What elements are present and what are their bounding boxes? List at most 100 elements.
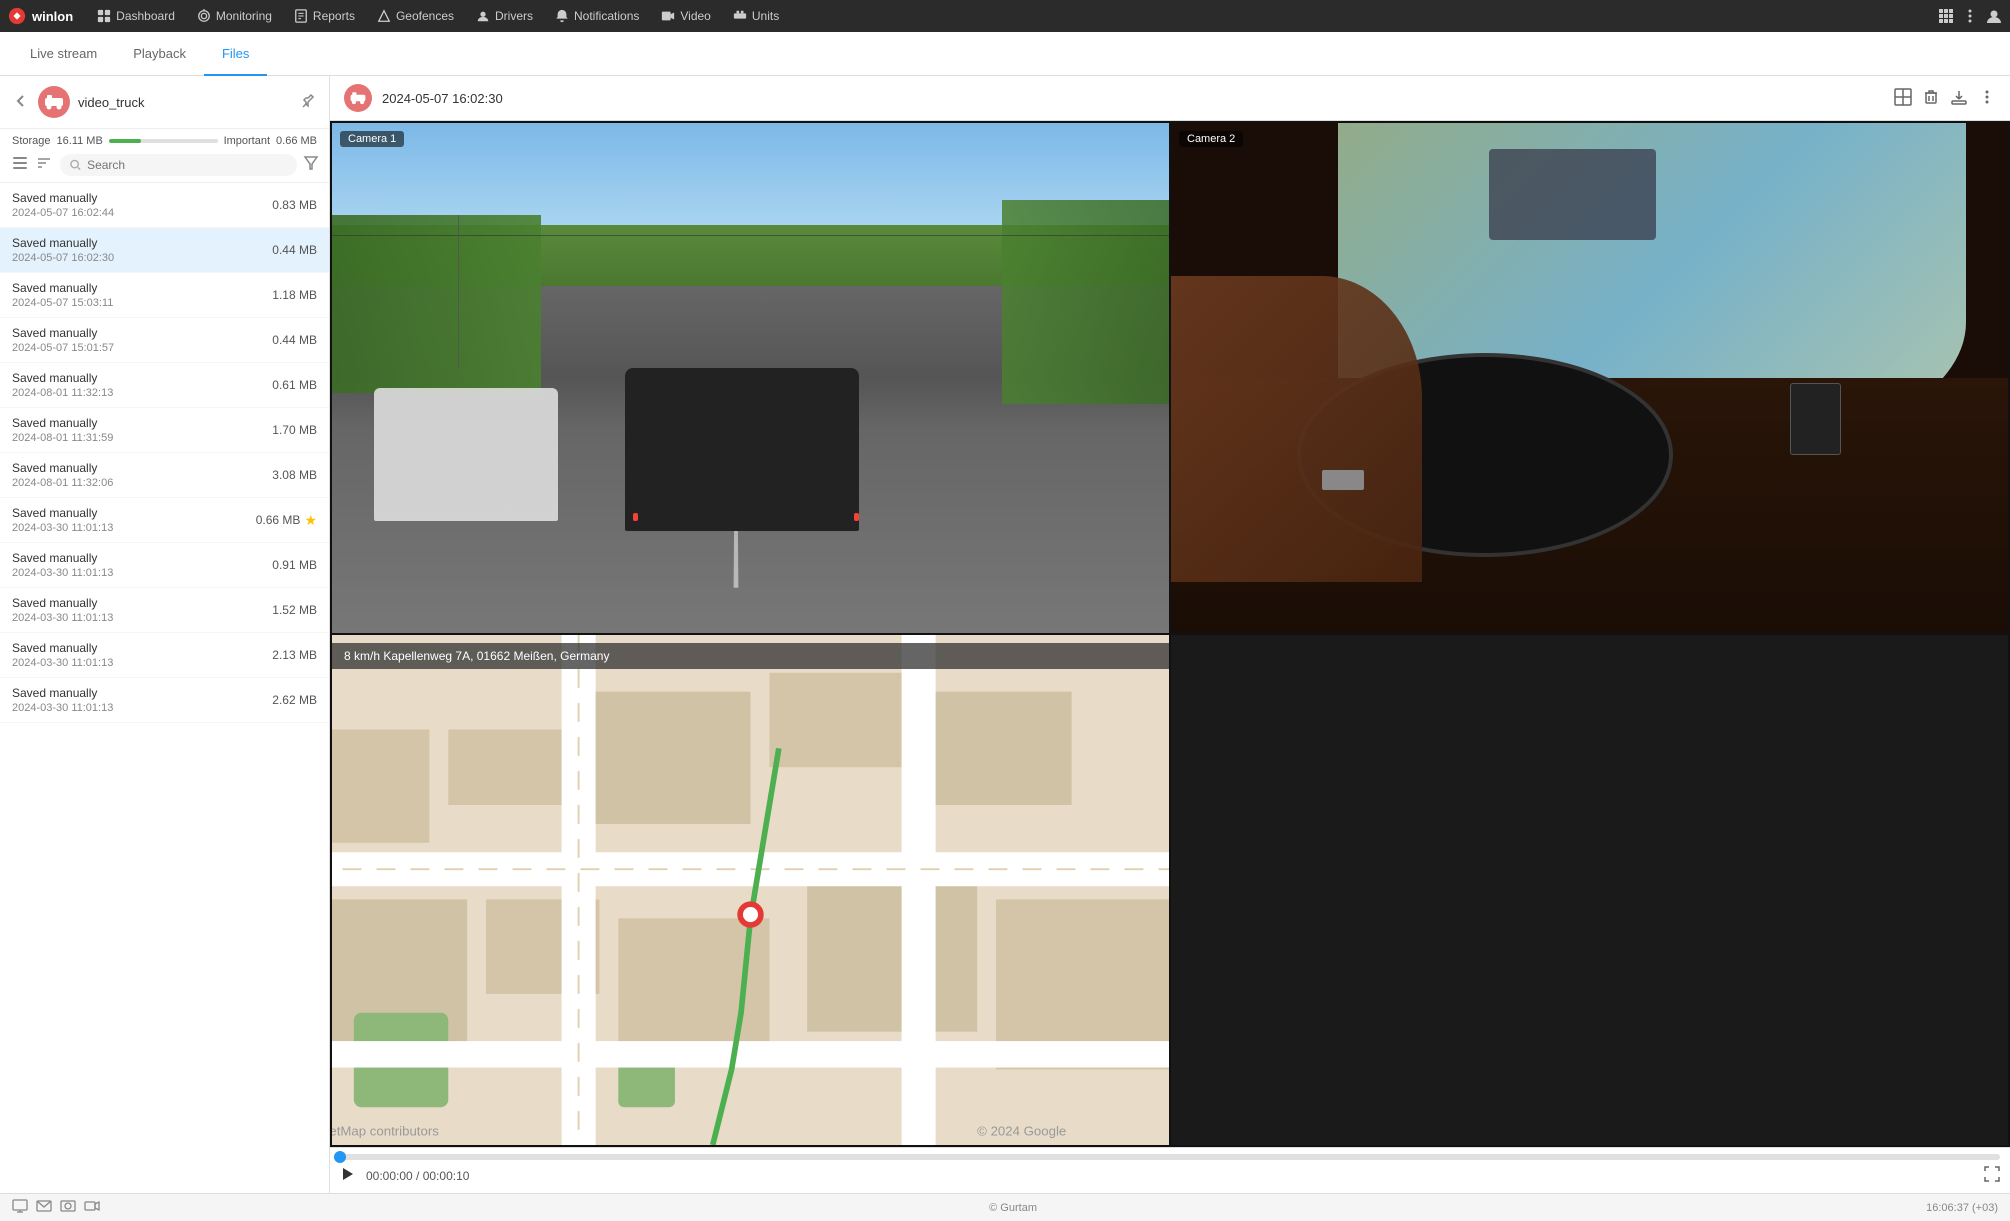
file-name: Saved manually — [12, 191, 264, 205]
star-icon[interactable]: ★ — [304, 512, 317, 529]
nav-geofences[interactable]: Geofences — [367, 5, 464, 27]
main-content: video_truck Storage 16.11 MB Important 0… — [0, 76, 2010, 1193]
search-input[interactable] — [87, 158, 287, 172]
controls-row: 00:00:00 / 00:00:10 — [340, 1166, 2000, 1185]
file-name: Saved manually — [12, 641, 264, 655]
progress-bar[interactable] — [340, 1154, 2000, 1160]
status-photo-icon[interactable] — [60, 1198, 76, 1217]
nav-geofences-label: Geofences — [396, 9, 454, 23]
camera1-label: Camera 1 — [340, 131, 404, 147]
delete-button[interactable] — [1922, 88, 1940, 109]
user-icon[interactable] — [1986, 8, 2002, 24]
file-item[interactable]: Saved manually 2024-05-07 16:02:44 0.83 … — [0, 183, 329, 228]
file-date: 2024-08-01 11:32:13 — [12, 387, 264, 399]
file-info: Saved manually 2024-03-30 11:01:13 — [12, 641, 264, 669]
fullscreen-button[interactable] — [1984, 1166, 2000, 1185]
copyright-text: © Gurtam — [108, 1202, 1918, 1214]
file-size: 0.66 MB — [256, 513, 301, 527]
file-date: 2024-05-07 16:02:30 — [12, 252, 264, 264]
back-button[interactable] — [12, 92, 30, 113]
file-size: 3.08 MB — [272, 468, 317, 482]
list-toolbar — [0, 147, 329, 183]
tab-files[interactable]: Files — [204, 32, 267, 76]
file-name: Saved manually — [12, 551, 264, 565]
file-size: 1.70 MB — [272, 423, 317, 437]
file-size: 1.52 MB — [272, 603, 317, 617]
file-item[interactable]: Saved manually 2024-03-30 11:01:13 2.13 … — [0, 633, 329, 678]
files-list: Saved manually 2024-05-07 16:02:44 0.83 … — [0, 183, 329, 1193]
nav-reports[interactable]: Reports — [284, 5, 365, 27]
nav-video[interactable]: Video — [651, 5, 720, 27]
file-date: 2024-08-01 11:31:59 — [12, 432, 264, 444]
file-item[interactable]: Saved manually 2024-08-01 11:32:13 0.61 … — [0, 363, 329, 408]
file-item[interactable]: Saved manually 2024-08-01 11:31:59 1.70 … — [0, 408, 329, 453]
nav-units[interactable]: Units — [723, 5, 789, 27]
file-date: 2024-05-07 15:01:57 — [12, 342, 264, 354]
file-size: 0.61 MB — [272, 378, 317, 392]
svg-text:© OpenStreetMap contributors: © OpenStreetMap contributors — [332, 1124, 439, 1139]
more-vertical-icon[interactable] — [1962, 8, 1978, 24]
file-size: 2.13 MB — [272, 648, 317, 662]
app-logo[interactable]: winlon — [8, 7, 73, 25]
download-button[interactable] — [1950, 88, 1968, 109]
play-button[interactable] — [340, 1166, 356, 1185]
file-size: 0.44 MB — [272, 333, 317, 347]
progress-dot — [334, 1151, 346, 1163]
filter-icon[interactable] — [303, 155, 319, 174]
tab-live-stream[interactable]: Live stream — [12, 32, 115, 76]
file-item[interactable]: Saved manually 2024-05-07 15:03:11 1.18 … — [0, 273, 329, 318]
list-view-icon[interactable] — [10, 153, 30, 176]
status-mail-icon[interactable] — [36, 1198, 52, 1217]
unit-name: video_truck — [78, 95, 293, 110]
file-size: 0.91 MB — [272, 558, 317, 572]
storage-progress-fill — [109, 139, 142, 143]
split-view-button[interactable] — [1894, 88, 1912, 109]
search-icon — [70, 159, 81, 171]
file-item[interactable]: Saved manually 2024-05-07 16:02:30 0.44 … — [0, 228, 329, 273]
status-video-icon[interactable] — [84, 1198, 100, 1217]
nav-drivers-label: Drivers — [495, 9, 533, 23]
file-size: 1.18 MB — [272, 288, 317, 302]
file-name: Saved manually — [12, 416, 264, 430]
file-item[interactable]: Saved manually 2024-03-30 11:01:13 0.66 … — [0, 498, 329, 543]
topnav: winlon Dashboard Monitoring Reports Geof… — [0, 0, 2010, 32]
view-icons — [10, 153, 54, 176]
nav-dashboard[interactable]: Dashboard — [87, 5, 185, 27]
nav-monitoring[interactable]: Monitoring — [187, 5, 282, 27]
more-options-button[interactable] — [1978, 88, 1996, 109]
file-item[interactable]: Saved manually 2024-03-30 11:01:13 0.91 … — [0, 543, 329, 588]
file-info: Saved manually 2024-03-30 11:01:13 — [12, 596, 264, 624]
pin-button[interactable] — [301, 93, 317, 112]
file-info: Saved manually 2024-08-01 11:31:59 — [12, 416, 264, 444]
file-info: Saved manually 2024-03-30 11:01:13 — [12, 506, 248, 534]
tab-playback[interactable]: Playback — [115, 32, 204, 76]
file-size: 0.44 MB — [272, 243, 317, 257]
storage-label: Storage — [12, 135, 51, 147]
nav-units-label: Units — [752, 9, 779, 23]
file-date: 2024-08-01 11:32:06 — [12, 477, 264, 489]
search-wrap — [60, 154, 297, 176]
nav-drivers[interactable]: Drivers — [466, 5, 543, 27]
file-info: Saved manually 2024-05-07 15:03:11 — [12, 281, 264, 309]
status-screen-icon[interactable] — [12, 1198, 28, 1217]
file-name: Saved manually — [12, 326, 264, 340]
nav-monitoring-label: Monitoring — [216, 9, 272, 23]
file-item[interactable]: Saved manually 2024-03-30 11:01:13 2.62 … — [0, 678, 329, 723]
file-date: 2024-03-30 11:01:13 — [12, 702, 264, 714]
nav-notifications[interactable]: Notifications — [545, 5, 649, 27]
file-name: Saved manually — [12, 236, 264, 250]
file-item[interactable]: Saved manually 2024-03-30 11:01:13 1.52 … — [0, 588, 329, 633]
sort-icon[interactable] — [34, 153, 54, 176]
video-header-actions — [1894, 88, 1996, 109]
file-name: Saved manually — [12, 596, 264, 610]
file-name: Saved manually — [12, 686, 264, 700]
location-overlay: 8 km/h Kapellenweg 7A, 01662 Meißen, Ger… — [332, 643, 1169, 669]
file-item[interactable]: Saved manually 2024-08-01 11:32:06 3.08 … — [0, 453, 329, 498]
file-size: 2.62 MB — [272, 693, 317, 707]
storage-progress — [109, 139, 218, 143]
file-date: 2024-03-30 11:01:13 — [12, 567, 264, 579]
file-item[interactable]: Saved manually 2024-05-07 15:01:57 0.44 … — [0, 318, 329, 363]
file-info: Saved manually 2024-05-07 16:02:44 — [12, 191, 264, 219]
grid-icon[interactable] — [1938, 8, 1954, 24]
nav-reports-label: Reports — [313, 9, 355, 23]
